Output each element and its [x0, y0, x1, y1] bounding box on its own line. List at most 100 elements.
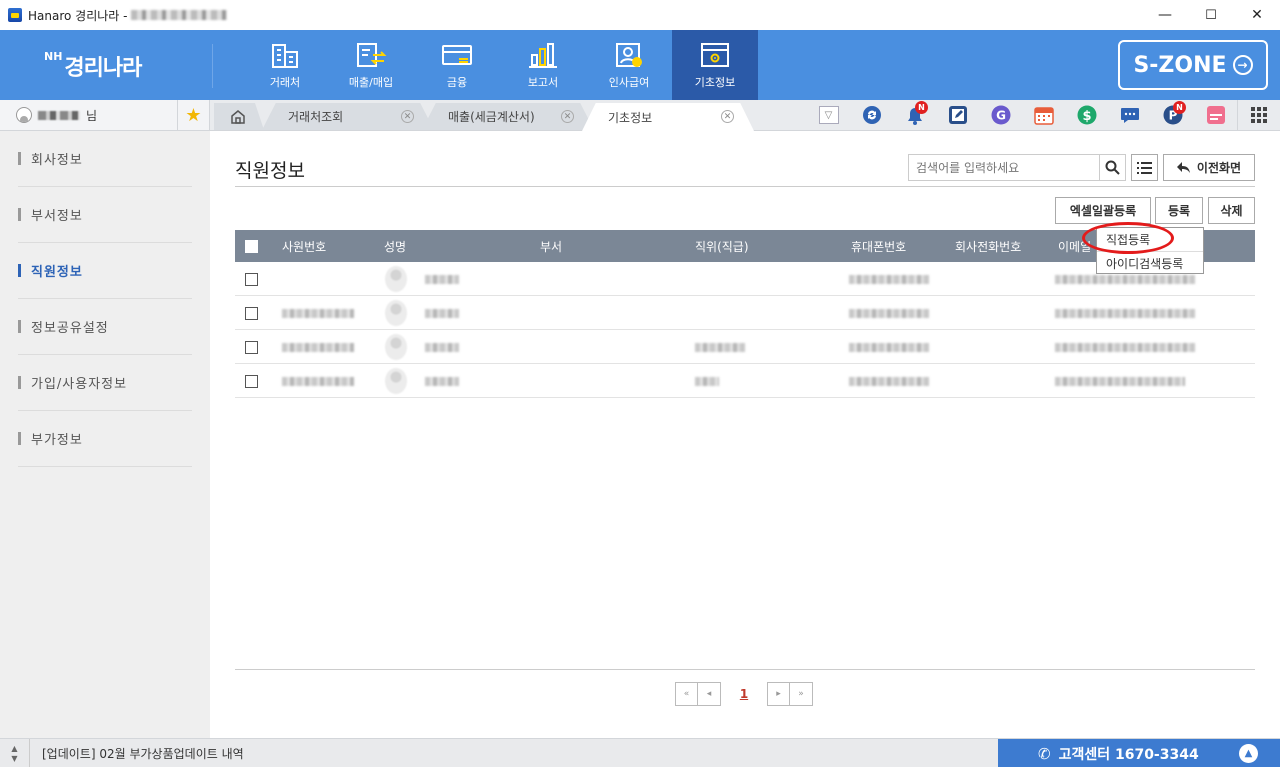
redacted-mobile — [849, 376, 929, 386]
bullet-bar — [18, 264, 21, 277]
scroll-top-icon[interactable]: ▲ — [1239, 744, 1258, 763]
row-checkbox[interactable] — [245, 306, 258, 320]
user-info[interactable]: 님 — [0, 100, 178, 130]
row-checkbox[interactable] — [245, 340, 258, 354]
chat-button[interactable] — [1108, 100, 1151, 130]
memo-button[interactable] — [1194, 100, 1237, 130]
status-bar: ▲ ▼ [업데이트] 02월 부가상품업데이트 내역 ✆ 고객센터 1670-3… — [0, 738, 1280, 767]
employee-avatar — [385, 334, 407, 360]
notification-button[interactable]: N — [893, 100, 936, 130]
favorite-star-icon[interactable]: ★ — [178, 100, 210, 130]
sidebar-item-employee-info[interactable]: 직원정보 — [18, 243, 192, 299]
next-page-icon[interactable]: ▸ — [767, 682, 790, 706]
calendar-button[interactable] — [1022, 100, 1065, 130]
nav-item-clients[interactable]: 거래처 — [242, 30, 328, 100]
sidebar-item-info-sharing[interactable]: 정보공유설정 — [18, 299, 192, 355]
finance-button[interactable]: $ — [1065, 100, 1108, 130]
prev-page-icon[interactable]: ◂ — [698, 682, 721, 706]
nav-item-hr-payroll[interactable]: 인사급여 — [586, 30, 672, 100]
close-icon[interactable]: ✕ — [721, 110, 734, 123]
delete-button[interactable]: 삭제 — [1208, 197, 1255, 224]
tab-client-lookup[interactable]: 거래처조회 ✕ — [262, 103, 434, 130]
scroll-down-icon[interactable]: ▼ — [11, 754, 17, 764]
szone-label: S-ZONE — [1133, 52, 1227, 78]
search-input[interactable] — [908, 154, 1100, 181]
nav-item-basic-info[interactable]: 기초정보 — [672, 30, 758, 100]
notice-scroll-buttons[interactable]: ▲ ▼ — [0, 739, 30, 767]
tab-bar: 님 ★ 거래처조회 ✕ 매출(세금계산서) ✕ 기초정보 ✕ ▽ N G $ P… — [0, 100, 1280, 131]
table-row[interactable] — [235, 364, 1255, 398]
bullet-bar — [18, 376, 21, 389]
close-icon[interactable]: ✕ — [401, 110, 414, 123]
page-number[interactable]: 1 — [721, 687, 767, 701]
column-header[interactable]: 성명 — [384, 230, 406, 262]
row-checkbox[interactable] — [245, 272, 258, 286]
update-notice[interactable]: [업데이트] 02월 부가상품업데이트 내역 — [42, 739, 244, 767]
sidebar-item-additional-info[interactable]: 부가정보 — [18, 411, 192, 467]
tab-basic-info[interactable]: 기초정보 ✕ — [582, 103, 754, 131]
search-icon — [1105, 160, 1120, 175]
sidebar-item-department-info[interactable]: 부서정보 — [18, 187, 192, 243]
table-row[interactable] — [235, 330, 1255, 364]
all-menu-button[interactable] — [1237, 100, 1280, 130]
user-suffix: 님 — [86, 108, 98, 123]
home-tab[interactable] — [214, 103, 264, 130]
tab-list-dropdown[interactable]: ▽ — [807, 100, 850, 130]
brand-logo[interactable]: NH경리나라 — [44, 50, 142, 82]
table-row[interactable] — [235, 296, 1255, 330]
svg-text:G: G — [996, 109, 1006, 123]
sidebar-item-label: 부가정보 — [31, 433, 83, 448]
sidebar-item-label: 직원정보 — [31, 265, 83, 280]
nav-label: 보고서 — [527, 76, 559, 89]
select-all-checkbox[interactable] — [245, 239, 258, 253]
close-icon[interactable]: ✕ — [561, 110, 574, 123]
main-header: NH경리나라 거래처 매출/매입 금융 보고서 인사급여 기초정보 S-ZONE… — [0, 30, 1280, 100]
menu-item-id-search-register[interactable]: 아이디검색등록 — [1097, 251, 1203, 274]
first-page-icon[interactable]: « — [675, 682, 698, 706]
last-page-icon[interactable]: » — [790, 682, 813, 706]
edit-icon — [948, 106, 967, 124]
column-header[interactable]: 이메일 — [1058, 230, 1091, 262]
sync-button[interactable] — [850, 100, 893, 130]
redacted-user-name — [38, 110, 80, 120]
redacted-mobile — [849, 274, 929, 284]
call-center-banner[interactable]: ✆ 고객센터 1670-3344 ▲ — [998, 739, 1280, 767]
list-view-button[interactable] — [1131, 154, 1158, 181]
memo-edit-button[interactable] — [936, 100, 979, 130]
sidebar-item-label: 정보공유설정 — [31, 321, 109, 336]
column-header[interactable]: 휴대폰번호 — [851, 230, 906, 262]
maximize-button[interactable]: ☐ — [1188, 0, 1234, 30]
close-button[interactable]: ✕ — [1234, 0, 1280, 30]
menu-item-direct-register[interactable]: 직접등록 — [1097, 228, 1203, 251]
bullet-bar — [18, 320, 21, 333]
column-header[interactable]: 사원번호 — [282, 230, 326, 262]
column-header[interactable]: 직위(직급) — [695, 230, 749, 262]
sidebar-item-company-info[interactable]: 회사정보 — [18, 131, 192, 187]
point-button[interactable]: P N — [1151, 100, 1194, 130]
arrow-right-icon: → — [1232, 55, 1253, 75]
excel-bulk-register-button[interactable]: 엑셀일괄등록 — [1055, 197, 1151, 224]
minimize-button[interactable]: — — [1142, 0, 1188, 30]
column-header[interactable]: 부서 — [540, 230, 562, 262]
tab-sales-invoice[interactable]: 매출(세금계산서) ✕ — [422, 103, 594, 130]
nav-item-reports[interactable]: 보고서 — [500, 30, 586, 100]
nav-item-finance[interactable]: 금융 — [414, 30, 500, 100]
szone-button[interactable]: S-ZONE → — [1118, 40, 1268, 90]
nav-label: 금융 — [446, 76, 468, 89]
g-service-button[interactable]: G — [979, 100, 1022, 130]
scroll-up-icon[interactable]: ▲ — [11, 744, 17, 754]
search-button[interactable] — [1099, 154, 1126, 181]
redacted-position — [695, 376, 719, 386]
column-header[interactable]: 회사전화번호 — [955, 230, 1021, 262]
register-button[interactable]: 등록 — [1155, 197, 1203, 224]
nav-label: 인사급여 — [608, 76, 650, 89]
home-icon — [231, 110, 245, 124]
calendar-icon — [1033, 107, 1054, 125]
sidebar-item-user-info[interactable]: 가입/사용자정보 — [18, 355, 192, 411]
pagination: « ◂ 1 ▸ » — [675, 682, 813, 706]
redacted-email — [1055, 376, 1185, 386]
row-checkbox[interactable] — [245, 374, 258, 388]
previous-screen-label: 이전화면 — [1196, 161, 1242, 175]
previous-screen-button[interactable]: 이전화면 — [1163, 154, 1255, 181]
nav-item-sales-purchase[interactable]: 매출/매입 — [328, 30, 414, 100]
